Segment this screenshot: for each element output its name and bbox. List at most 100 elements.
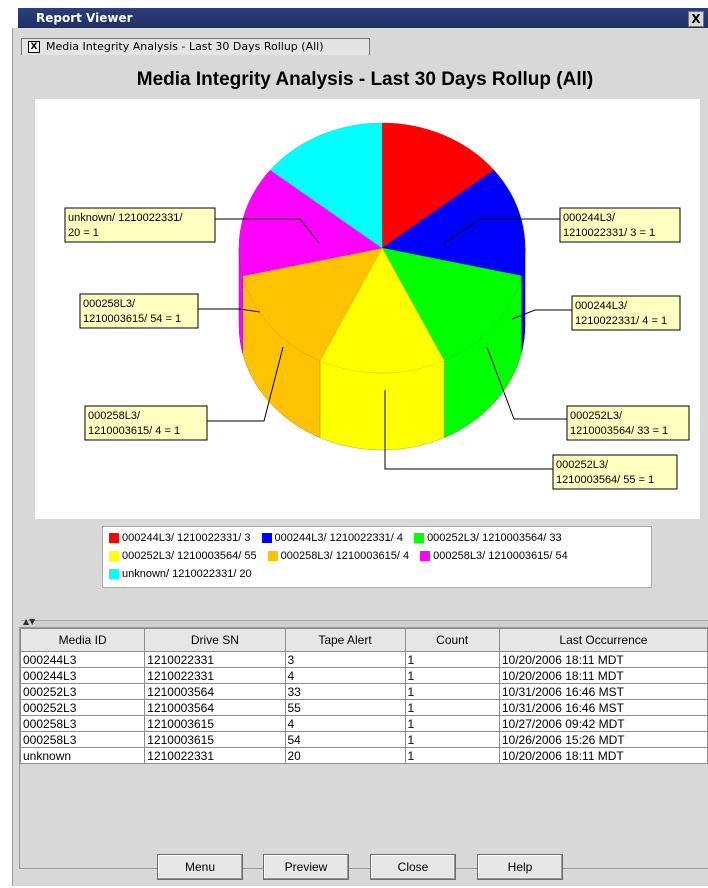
cell-count: 1: [404, 699, 500, 716]
report-panel: Media Integrity Analysis - Last 30 Days …: [21, 63, 708, 618]
callout-label: 1210003564/ 33 = 1: [570, 425, 668, 437]
cell-last-occurrence: 10/31/2006 16:46 MST: [498, 683, 708, 700]
pie-slice-side: [319, 360, 445, 451]
report-viewer-window: Report Viewer X X Media Integrity Analys…: [0, 0, 708, 888]
cell-count: 1: [404, 683, 500, 700]
column-header-drive-sn[interactable]: Drive SN: [144, 628, 286, 652]
legend-item: 000252L3/ 1210003564/ 33: [414, 532, 562, 544]
legend-row-3: unknown/ 1210022331/ 20: [109, 568, 260, 582]
cell-media-id: 000252L3: [19, 699, 146, 716]
cell-last-occurrence: 10/20/2006 18:11 MDT: [498, 651, 708, 668]
column-header-tape-alert[interactable]: Tape Alert: [284, 628, 406, 652]
slice-callout: 000258L3/1210003615/ 54 = 1: [79, 293, 261, 329]
callout-label: 1210022331/ 3 = 1: [563, 227, 655, 239]
column-header-media-id[interactable]: Media ID: [19, 628, 146, 652]
split-pane-divider[interactable]: ▲▼: [21, 617, 708, 627]
table-row[interactable]: 000244L3 1210022331 3 1 10/20/2006 18:11 MDT: [19, 651, 708, 668]
callout-label: 000244L3/: [563, 212, 616, 224]
callout-label: 000258L3/: [88, 410, 141, 422]
callout-label: 1210022331/ 4 = 1: [575, 315, 667, 327]
cell-drive-sn: 1210003564: [144, 683, 286, 700]
help-button[interactable]: Help: [477, 854, 563, 880]
cell-last-occurrence: 10/20/2006 18:11 MDT: [498, 667, 708, 684]
cell-tape-alert: 3: [284, 651, 406, 668]
callout-label: 20 = 1: [68, 227, 99, 239]
legend-swatch: [109, 533, 119, 543]
cell-media-id: 000244L3: [19, 651, 146, 668]
cell-drive-sn: 1210022331: [144, 667, 286, 684]
callout-label: 1210003615/ 4 = 1: [88, 425, 180, 437]
legend-swatch: [109, 551, 119, 561]
cell-media-id: unknown: [19, 747, 146, 764]
table-row[interactable]: unknown 1210022331 20 1 10/20/2006 18:11 MDT: [19, 747, 708, 764]
title-bar[interactable]: Report Viewer X: [18, 8, 708, 28]
button-bar: Menu Preview Close Help: [13, 840, 708, 886]
window-client-area: X Media Integrity Analysis - Last 30 Day…: [12, 28, 708, 886]
results-table-container: Media ID Drive SN Tape Alert Count Last …: [19, 627, 708, 869]
cell-last-occurrence: 10/20/2006 18:11 MDT: [498, 747, 708, 764]
window-close-icon[interactable]: X: [688, 11, 704, 27]
legend-label: unknown/ 1210022331/ 20: [122, 568, 252, 580]
table-row[interactable]: 000252L3 1210003564 55 1 10/31/2006 16:46 MS…: [19, 699, 708, 716]
legend-swatch: [420, 551, 431, 561]
legend-swatch: [267, 551, 278, 561]
legend-swatch: [109, 569, 119, 579]
callout-label: 000252L3/: [556, 459, 609, 471]
legend-item: 000244L3/ 1210022331/ 3: [109, 532, 250, 544]
preview-button[interactable]: Preview: [263, 854, 349, 880]
callout-label: 1210003615/ 54 = 1: [83, 313, 181, 325]
cell-drive-sn: 1210022331: [144, 747, 286, 764]
legend-label: 000258L3/ 1210003615/ 54: [433, 550, 568, 562]
results-table: Media ID Drive SN Tape Alert Count Last …: [19, 628, 708, 764]
cell-last-occurrence: 10/27/2006 09:42 MDT: [498, 715, 708, 732]
cell-last-occurrence: 10/26/2006 15:26 MDT: [498, 731, 708, 748]
legend-item: 000258L3/ 1210003615/ 54: [420, 550, 568, 562]
table-header-row: Media ID Drive SN Tape Alert Count Last …: [19, 628, 708, 652]
table-row[interactable]: 000252L3 1210003564 33 1 10/31/2006 16:46 MS…: [19, 683, 708, 700]
cell-tape-alert: 4: [284, 715, 406, 732]
cell-drive-sn: 1210003615: [144, 715, 286, 732]
legend-swatch: [414, 533, 425, 543]
cell-count: 1: [404, 667, 500, 684]
legend-row-1: 000244L3/ 1210022331/ 3 000244L3/ 121002…: [109, 532, 570, 546]
pie-chart: 000244L3/1210022331/ 3 = 1 000244L3/12100…: [64, 122, 690, 490]
cell-count: 1: [404, 651, 500, 668]
cell-count: 1: [404, 747, 500, 764]
chart-plot-area: 000244L3/1210022331/ 3 = 1 000244L3/12100…: [35, 99, 700, 519]
cell-last-occurrence: 10/31/2006 16:46 MST: [498, 699, 708, 716]
legend-label: 000252L3/ 1210003564/ 55: [122, 550, 257, 562]
table-row[interactable]: 000244L3 1210022331 4 1 10/20/2006 18:11 MDT: [19, 667, 708, 684]
cell-media-id: 000244L3: [19, 667, 146, 684]
cell-count: 1: [404, 715, 500, 732]
cell-tape-alert: 20: [284, 747, 406, 764]
menu-button[interactable]: Menu: [157, 854, 243, 880]
tab-label: Media Integrity Analysis - Last 30 Days …: [46, 40, 324, 53]
legend-label: 000244L3/ 1210022331/ 4: [274, 532, 403, 544]
cell-count: 1: [404, 731, 500, 748]
close-button[interactable]: Close: [370, 854, 456, 880]
cell-tape-alert: 54: [284, 731, 406, 748]
callout-label: 000258L3/: [83, 298, 136, 310]
cell-drive-sn: 1210003564: [144, 699, 286, 716]
legend-item: 000258L3/ 1210003615/ 4: [267, 550, 410, 562]
chart-title: Media Integrity Analysis - Last 30 Days …: [136, 69, 594, 90]
callout-label: unknown/ 1210022331/: [68, 212, 183, 224]
cell-drive-sn: 1210022331: [144, 651, 286, 668]
table-row[interactable]: 000258L3 1210003615 4 1 10/27/2006 09:42 MDT: [19, 715, 708, 732]
legend-label: 000252L3/ 1210003564/ 33: [427, 532, 562, 544]
legend-label: 000244L3/ 1210022331/ 3: [122, 532, 251, 544]
cell-tape-alert: 55: [284, 699, 406, 716]
tab-close-icon[interactable]: X: [28, 41, 40, 53]
legend-item: unknown/ 1210022331/ 20: [109, 568, 252, 580]
column-header-count[interactable]: Count: [404, 628, 500, 652]
splitter-arrows-icon[interactable]: ▲▼: [23, 617, 35, 626]
cell-drive-sn: 1210003615: [144, 731, 286, 748]
cell-media-id: 000258L3: [19, 731, 146, 748]
cell-media-id: 000252L3: [19, 683, 146, 700]
tab-report[interactable]: X Media Integrity Analysis - Last 30 Day…: [21, 38, 370, 55]
column-header-last-occurrence[interactable]: Last Occurrence: [498, 628, 708, 652]
legend-row-2: 000252L3/ 1210003564/ 55 000258L3/ 12100…: [109, 550, 576, 564]
legend-label: 000258L3/ 1210003615/ 4: [280, 550, 410, 562]
table-row[interactable]: 000258L3 1210003615 54 1 10/26/2006 15:26 MD…: [19, 731, 708, 748]
callout-label: 1210003564/ 55 = 1: [556, 474, 654, 486]
